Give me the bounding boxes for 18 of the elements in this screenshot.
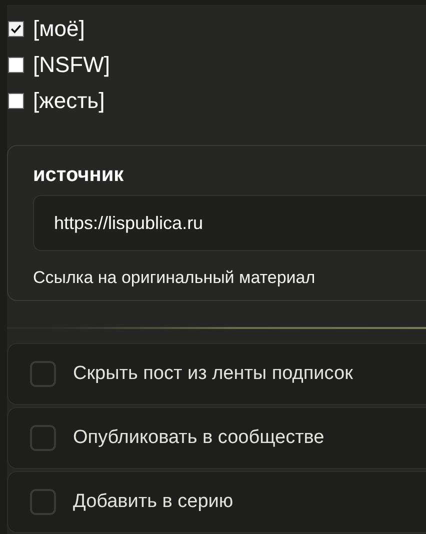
input-field[interactable]: https://lispublica.ru [33,195,426,251]
option-label: Опубликовать в сообществе [73,427,324,449]
option-label: Скрыть пост из ленты подписок [73,363,353,385]
tag-label: [моё] [33,16,85,42]
option-row[interactable]: Опубликовать в сообществе [7,407,426,469]
field-hint: Ссылка на оригинальный материал [33,268,316,288]
option-row[interactable]: Скрыть пост из ленты подписок [7,343,426,405]
field-title: источник [33,164,125,187]
checkbox[interactable] [30,361,56,387]
option-label: Добавить в серию [73,491,234,513]
checkbox[interactable] [8,93,24,109]
checkbox[interactable] [8,21,24,37]
tag-label: [жесть] [33,88,105,114]
option-row[interactable]: Добавить в серию [7,471,426,533]
checkbox[interactable] [30,489,56,515]
checkbox[interactable] [8,57,24,73]
tag-label: [NSFW] [33,52,110,78]
checkbox[interactable] [30,425,56,451]
